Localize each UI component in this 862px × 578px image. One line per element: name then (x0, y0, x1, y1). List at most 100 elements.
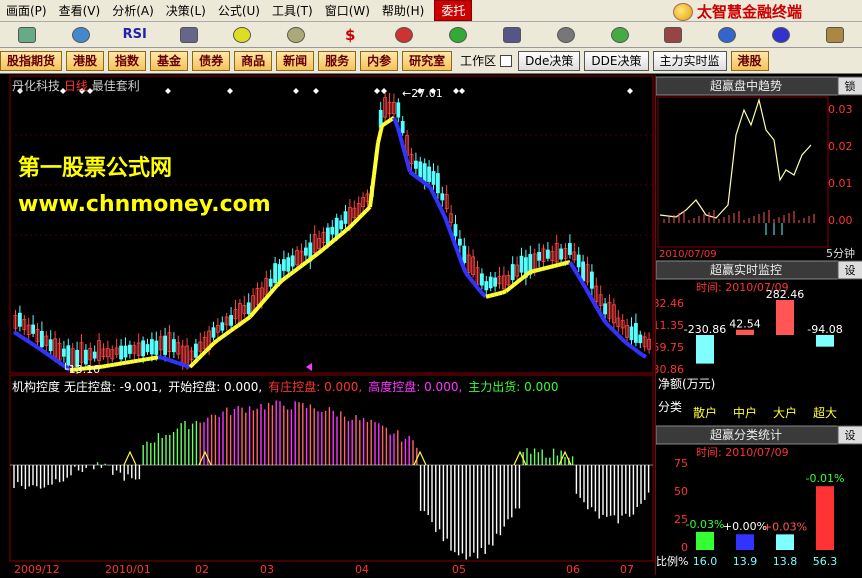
ruler-icon[interactable] (274, 24, 318, 46)
nav-item[interactable]: 基金 (150, 51, 188, 71)
book-icon[interactable] (652, 24, 696, 46)
dollar-label: $ (345, 26, 355, 44)
ma-line-segment (550, 266, 554, 267)
cube-icon[interactable] (598, 24, 642, 46)
candle-body (40, 331, 43, 346)
menu-item[interactable]: 工具(T) (266, 2, 319, 19)
ma-line-segment (494, 294, 498, 295)
indicator-header: 机构控度 无庄控盘: -9.001,开始控盘: 0.000,有庄控盘: 0.00… (12, 378, 565, 395)
menu-item[interactable]: 分析(A) (106, 2, 160, 19)
indicator-value: 主力出货: 0.000 (468, 380, 558, 394)
trade-button[interactable]: 委托 (434, 0, 472, 21)
monitor-net-label: 净额(万元) (658, 377, 715, 391)
news-icon[interactable] (813, 24, 857, 46)
ma-line-segment (590, 296, 594, 303)
menu-item[interactable]: 窗口(W) (319, 2, 376, 19)
indicator-icon-glyph (180, 27, 198, 43)
ma-line-segment (514, 282, 518, 285)
nav-item[interactable]: 新闻 (276, 51, 314, 71)
ma-line-segment (426, 184, 430, 187)
crosshair-icon[interactable] (221, 24, 265, 46)
chart-icon[interactable] (59, 24, 103, 46)
ma-line-segment (542, 268, 546, 269)
candle-body (494, 278, 497, 286)
rsi-icon[interactable]: RSI (113, 24, 157, 46)
globe-icon[interactable] (705, 24, 749, 46)
ma-line-segment (290, 272, 294, 275)
stock-strategy[interactable]: 最佳套利 (92, 79, 140, 93)
menu-item[interactable]: 查看(V) (53, 2, 107, 19)
menu-item[interactable]: 画面(P) (0, 2, 53, 19)
ma-line-segment (50, 356, 54, 359)
nav-item[interactable]: 指数 (108, 51, 146, 71)
ma-line-segment (46, 353, 50, 356)
trend-panel-title: 超赢盘中趋势 (710, 78, 782, 93)
screen-icon[interactable] (5, 24, 49, 46)
ma-line-segment (642, 355, 646, 357)
bars-icon[interactable] (436, 24, 480, 46)
tools-icon[interactable] (544, 24, 588, 46)
candle-body (172, 340, 175, 352)
nav-item[interactable]: 港股 (66, 51, 104, 71)
ma-line-segment (138, 360, 142, 361)
cursor-icon[interactable] (759, 24, 803, 46)
candle-body (634, 323, 637, 342)
candle-body (247, 303, 250, 314)
ma-line-segment (118, 363, 122, 364)
candle-body (124, 346, 127, 357)
candle-body (604, 304, 607, 314)
nav-item[interactable]: 服务 (318, 51, 356, 71)
crosshair-icon-glyph (233, 27, 251, 43)
nav-right-button[interactable]: DDE决策 (584, 51, 648, 71)
nav-item[interactable]: 债券 (192, 51, 230, 71)
candle-body (520, 256, 523, 272)
ma-line-segment (470, 278, 474, 283)
ma-line-segment (246, 317, 250, 320)
brand-title: 太智慧金融终端 (697, 1, 802, 22)
candle-body (590, 272, 593, 288)
cube-icon-glyph (611, 27, 629, 43)
nav-item[interactable]: 研究室 (402, 51, 452, 71)
candle-body (458, 239, 461, 245)
ma-line-segment (538, 269, 542, 270)
indicator-name: 机构控度 (12, 380, 64, 394)
price-pane-border (10, 76, 653, 373)
dollar-icon[interactable]: $ (328, 24, 372, 46)
nav-item[interactable]: 股指期货 (0, 51, 62, 71)
monitor-bar (776, 300, 794, 335)
workspace-label[interactable]: 工作区 (460, 52, 496, 69)
ma-line-segment (558, 264, 562, 265)
ma-line-segment (438, 203, 442, 211)
workspace-checkbox[interactable] (500, 55, 512, 67)
traffic-light-icon[interactable] (382, 24, 426, 46)
candle-body (155, 341, 158, 354)
monitor-panel-title: 超赢实时监控 (710, 262, 782, 277)
binoculars-icon[interactable] (490, 24, 534, 46)
ma-line-segment (302, 263, 306, 266)
nav-right-button[interactable]: 主力实时监 (653, 51, 727, 71)
ma-line-segment (414, 175, 418, 178)
candle-body (291, 256, 294, 266)
signal-marker-icon (453, 88, 459, 94)
candle-body (194, 344, 197, 357)
stock-period[interactable]: 日线 (64, 79, 88, 93)
classify-panel-button-label: 设 (845, 429, 856, 442)
menu-item[interactable]: 决策(L) (160, 2, 212, 19)
nav-item[interactable]: 内参 (360, 51, 398, 71)
ma-line-segment (206, 347, 210, 351)
menu-item[interactable]: 公式(U) (212, 2, 266, 19)
indicator-icon[interactable] (167, 24, 211, 46)
transition-marker (124, 452, 136, 465)
ma-line-segment (410, 172, 414, 175)
nav-right-button[interactable]: 港股 (731, 51, 769, 71)
ma-line-segment (622, 339, 626, 343)
trend-ytick: 0.03 (828, 103, 853, 116)
classify-bar-change: -0.01% (806, 472, 845, 485)
candle-body (84, 350, 87, 364)
menu-item[interactable]: 帮助(H) (376, 2, 430, 19)
nav-item[interactable]: 商品 (234, 51, 272, 71)
ma-line-segment (358, 215, 362, 219)
ma-line-segment (530, 271, 534, 272)
classify-time: 时间: 2010/07/09 (696, 446, 789, 459)
nav-right-button[interactable]: Dde决策 (518, 51, 580, 71)
